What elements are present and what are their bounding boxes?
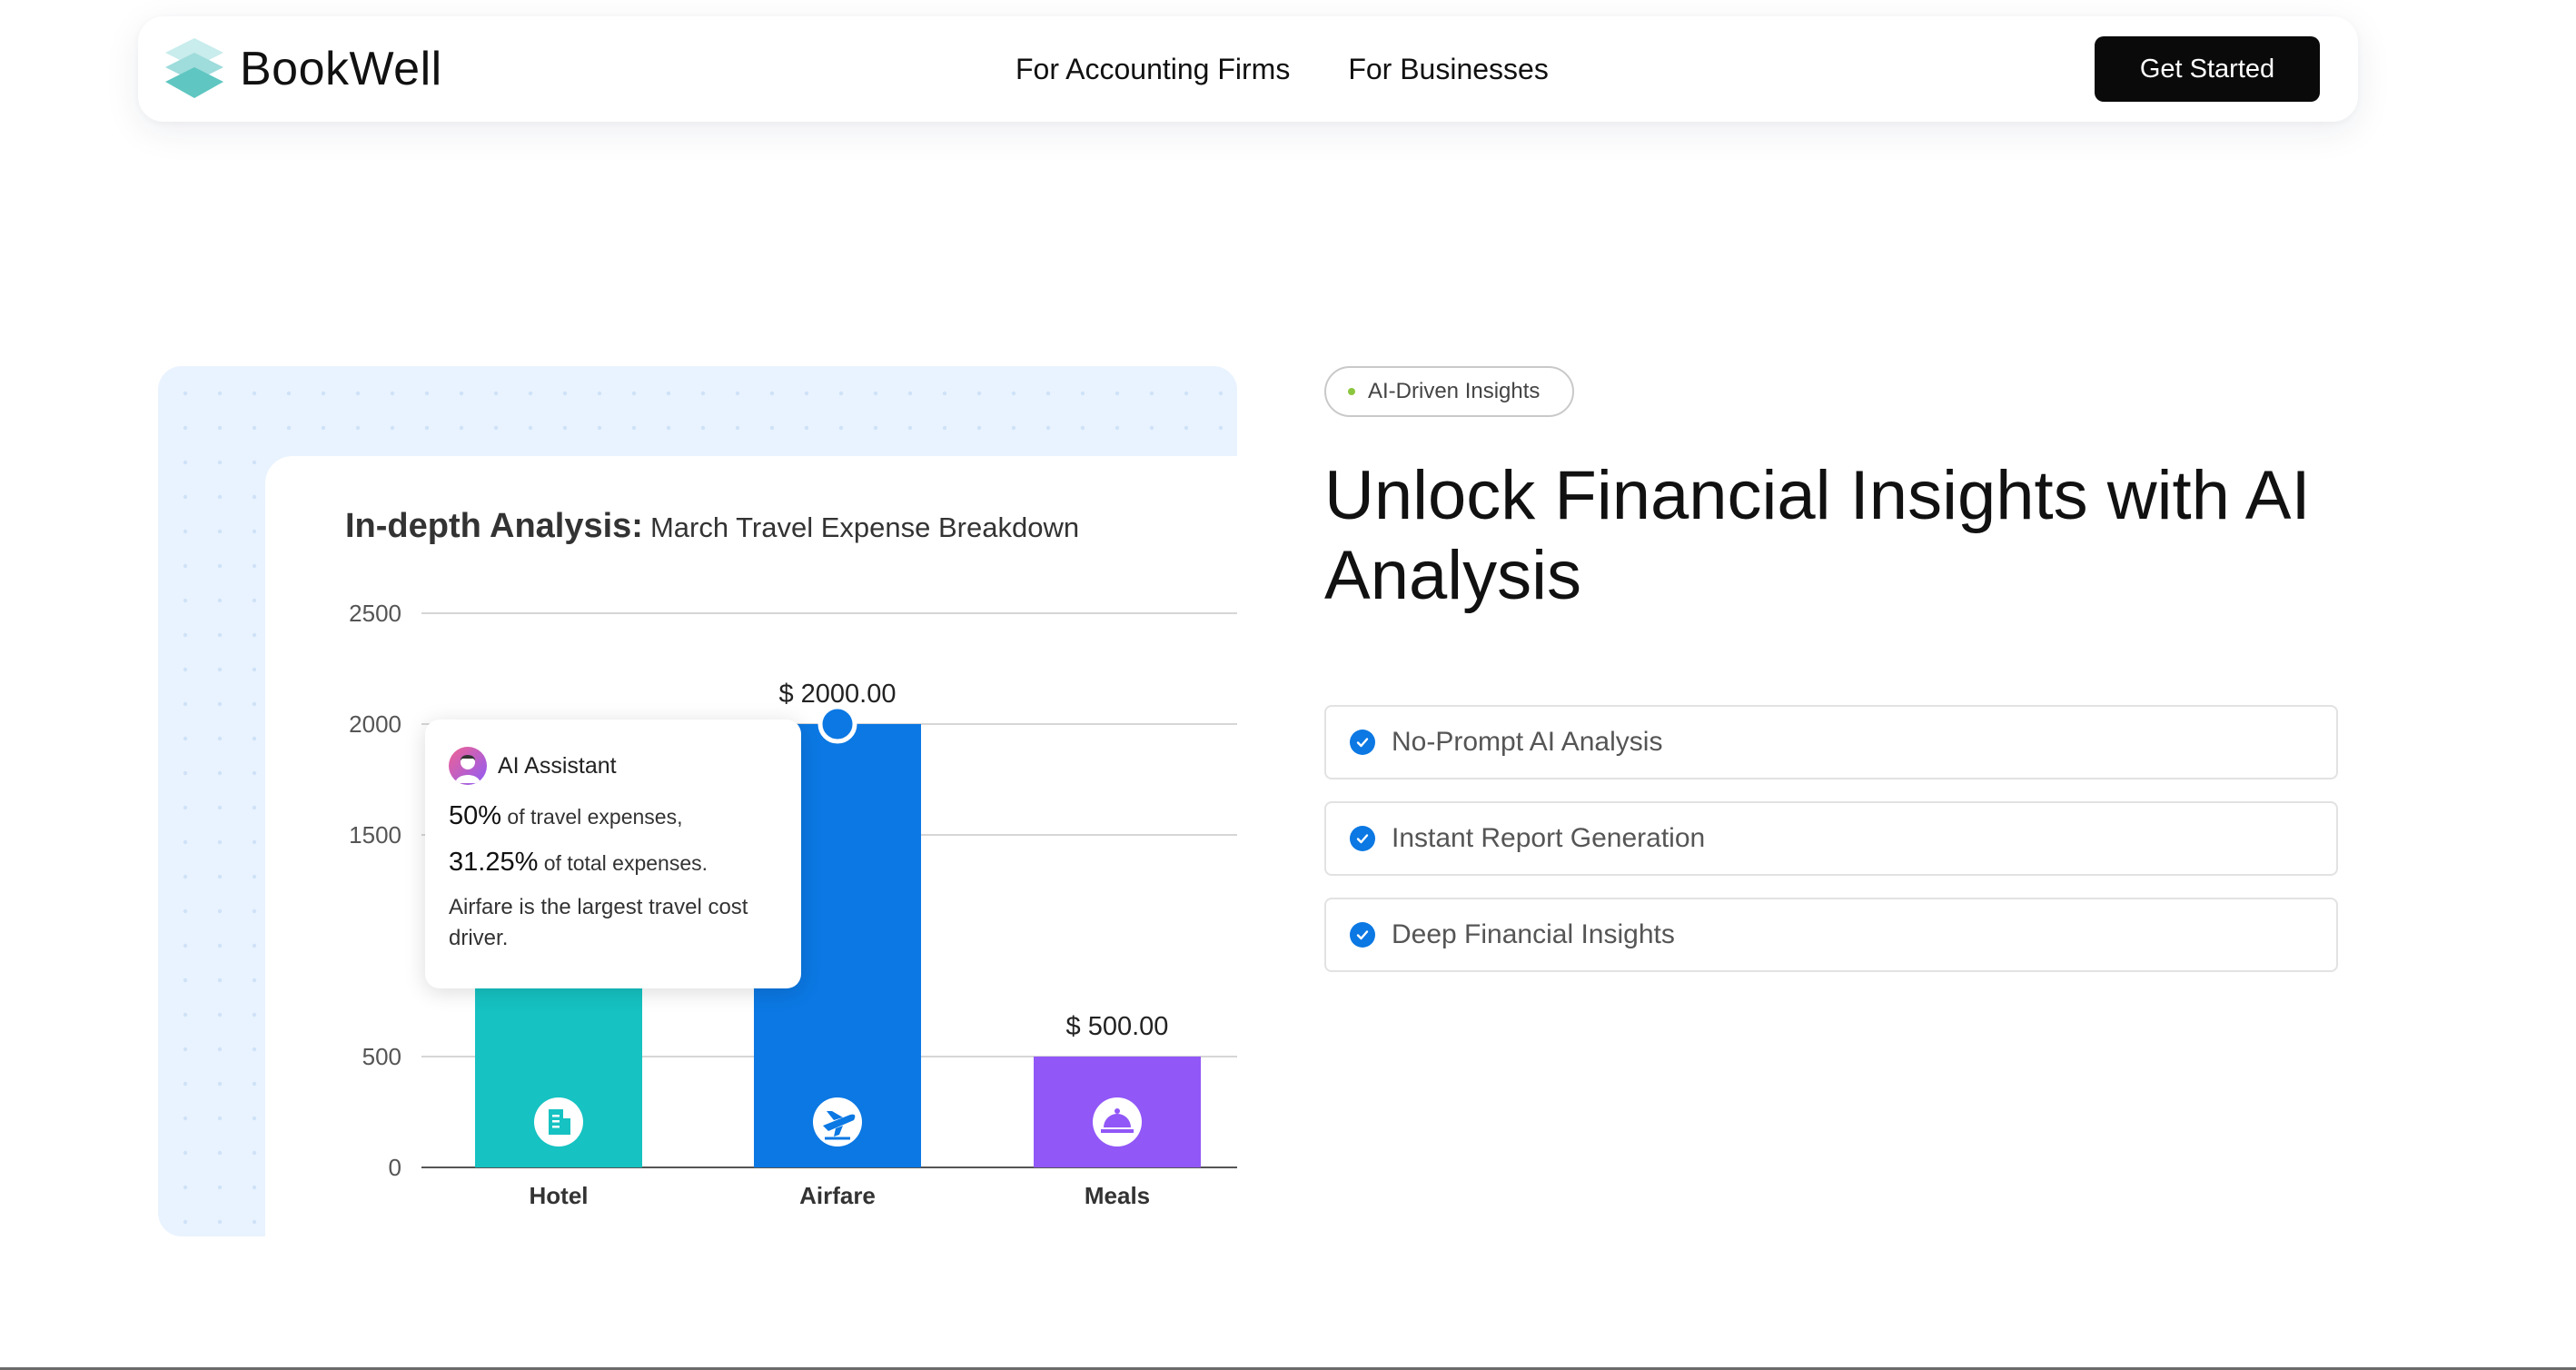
y-tick-label: 0 xyxy=(389,1154,401,1181)
nav-link-accounting-firms[interactable]: For Accounting Firms xyxy=(1016,53,1290,86)
check-icon xyxy=(1350,730,1375,755)
insights-badge: AI-Driven Insights xyxy=(1324,366,1575,417)
badge-dot xyxy=(1348,388,1355,395)
y-tick-label: 500 xyxy=(362,1043,401,1070)
total-share-text: of total expenses. xyxy=(538,851,708,875)
badge-label: AI-Driven Insights xyxy=(1368,379,1541,403)
feature-label: Instant Report Generation xyxy=(1392,823,1706,853)
get-started-button[interactable]: Get Started xyxy=(2095,36,2320,102)
feature-item: Instant Report Generation xyxy=(1324,801,2338,876)
y-tick-label: 2000 xyxy=(349,710,401,738)
top-nav: BookWell For Accounting Firms For Busine… xyxy=(138,16,2358,122)
x-tick-label: Hotel xyxy=(530,1182,589,1209)
y-tick-label: 1500 xyxy=(349,821,401,849)
total-share-pct: 31.25% xyxy=(449,848,539,877)
assistant-avatar xyxy=(449,747,487,785)
feature-item: Deep Financial Insights xyxy=(1324,898,2338,972)
assistant-note: Airfare is the largest travel cost drive… xyxy=(449,895,748,950)
building-icon-window xyxy=(552,1115,560,1117)
highlight-point xyxy=(817,704,857,744)
cloche-icon-knob xyxy=(1115,1108,1120,1114)
data-label: $ 500.00 xyxy=(1066,1012,1169,1041)
feature-list: No-Prompt AI Analysis Instant Report Gen… xyxy=(1324,705,2338,994)
feature-item: No-Prompt AI Analysis xyxy=(1324,705,2338,779)
page-headline: Unlock Financial Insights with AI Analys… xyxy=(1324,457,2311,614)
x-tick-label: Meals xyxy=(1085,1182,1150,1209)
data-label: $ 2000.00 xyxy=(778,680,896,709)
assistant-name: AI Assistant xyxy=(498,752,617,779)
check-icon xyxy=(1350,826,1375,851)
x-tick-label: Airfare xyxy=(799,1182,876,1209)
travel-share-text: of travel expenses, xyxy=(501,805,683,829)
building-icon-window xyxy=(552,1126,560,1128)
chart-title: In-depth Analysis: March Travel Expense B… xyxy=(345,507,1079,546)
feature-label: No-Prompt AI Analysis xyxy=(1392,727,1663,757)
nav-link-businesses[interactable]: For Businesses xyxy=(1348,53,1549,86)
chart-title-strong: In-depth Analysis: xyxy=(345,507,643,545)
person-icon xyxy=(455,755,481,783)
check-icon xyxy=(1350,922,1375,948)
chart-title-rest: March Travel Expense Breakdown xyxy=(649,511,1080,543)
ai-assistant-tooltip: AI Assistant 50% of travel expenses, 31.… xyxy=(425,720,801,988)
travel-share-pct: 50% xyxy=(449,801,502,830)
nav-links: For Accounting Firms For Businesses xyxy=(1016,16,1549,122)
brand-name: BookWell xyxy=(240,43,442,95)
feature-label: Deep Financial Insights xyxy=(1392,919,1675,949)
building-icon-window xyxy=(552,1120,560,1123)
cloche-icon-plate xyxy=(1101,1129,1134,1133)
layers-logo-icon xyxy=(165,38,223,98)
brand-logo[interactable]: BookWell xyxy=(160,33,442,105)
building-icon-wing xyxy=(563,1118,570,1135)
y-tick-label: 2500 xyxy=(349,600,401,627)
